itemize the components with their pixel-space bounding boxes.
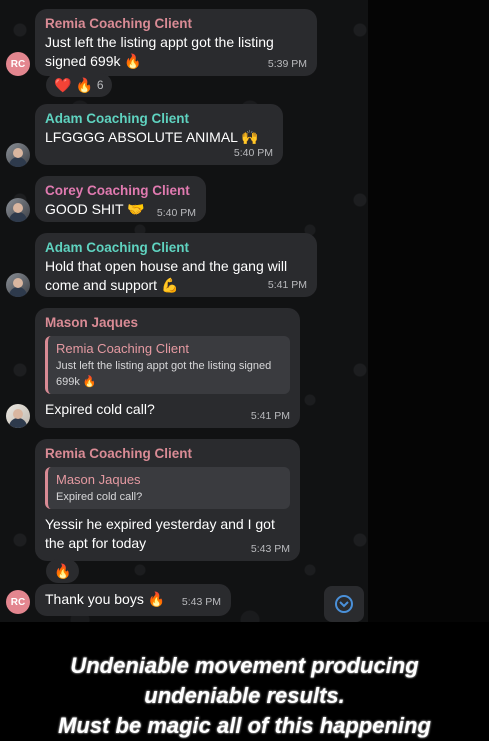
sender-name: Adam Coaching Client (45, 240, 190, 255)
message-time: 5:39 PM (267, 58, 307, 70)
scroll-down-button[interactable] (324, 586, 364, 622)
caption-line: Must be magic all of this happening (58, 713, 431, 738)
message-text: Just left the listing appt got the listi… (45, 34, 274, 50)
message-bubble[interactable]: Corey Coaching Client GOOD SHIT 🤝 5:40 P… (35, 176, 206, 222)
message-bubble[interactable]: Adam Coaching Client Hold that open hous… (35, 233, 317, 297)
message-time: 5:43 PM (250, 543, 290, 555)
message-bubble[interactable]: Mason Jaques Remia Coaching Client Just … (35, 308, 300, 428)
message-time: 5:40 PM (233, 147, 273, 159)
quote-text: 699k 🔥 (56, 376, 97, 388)
reaction-bar[interactable]: 🔥 (46, 559, 80, 583)
message-text: Thank you boys 🔥 (45, 591, 166, 607)
avatar[interactable] (6, 198, 30, 222)
caption-line: undeniable results. (144, 683, 345, 708)
message-text: LFGGGG ABSOLUTE ANIMAL 🙌 (45, 129, 259, 145)
avatar[interactable] (6, 273, 30, 297)
reply-quote[interactable]: Mason Jaques Expired cold call? (45, 467, 290, 509)
caption-line: Undeniable movement producing (70, 653, 419, 678)
message-text: Yessir he expired yesterday and I got (45, 516, 275, 532)
fire-reaction-icon[interactable]: 🔥 (54, 563, 71, 580)
message-bubble[interactable]: Remia Coaching Client Mason Jaques Expir… (35, 439, 300, 561)
right-panel (368, 0, 489, 622)
message-time: 5:40 PM (156, 207, 196, 219)
sender-name: Adam Coaching Client (45, 111, 190, 126)
reaction-bar[interactable]: ❤️ 🔥 6 (46, 73, 112, 97)
fire-reaction-icon[interactable]: 🔥 (75, 77, 92, 94)
sender-name: Remia Coaching Client (45, 16, 193, 31)
message-time: 5:41 PM (250, 410, 290, 422)
message-bubble[interactable]: Thank you boys 🔥 5:43 PM (35, 584, 231, 616)
avatar[interactable]: RC (6, 590, 30, 614)
message-time: 5:41 PM (267, 279, 307, 291)
quote-text: Expired cold call? (56, 491, 143, 503)
reply-quote[interactable]: Remia Coaching Client Just left the list… (45, 336, 290, 394)
message-bubble[interactable]: Adam Coaching Client LFGGGG ABSOLUTE ANI… (35, 104, 283, 165)
chevron-down-icon (335, 595, 353, 613)
message-bubble[interactable]: Remia Coaching Client Just left the list… (35, 9, 317, 76)
reaction-count: 6 (96, 78, 104, 92)
avatar[interactable]: RC (6, 52, 30, 76)
message-time: 5:43 PM (181, 596, 221, 608)
quote-sender: Mason Jaques (56, 472, 141, 487)
avatar[interactable] (6, 143, 30, 167)
message-text: Hold that open house and the gang will (45, 258, 288, 274)
quote-text: Just left the listing appt got the listi… (56, 360, 272, 372)
sender-name: Mason Jaques (45, 315, 139, 330)
avatar[interactable] (6, 404, 30, 428)
heart-reaction-icon[interactable]: ❤️ (54, 77, 71, 94)
quote-sender: Remia Coaching Client (56, 341, 189, 356)
sender-name: Corey Coaching Client (45, 183, 190, 198)
sender-name: Remia Coaching Client (45, 446, 193, 461)
